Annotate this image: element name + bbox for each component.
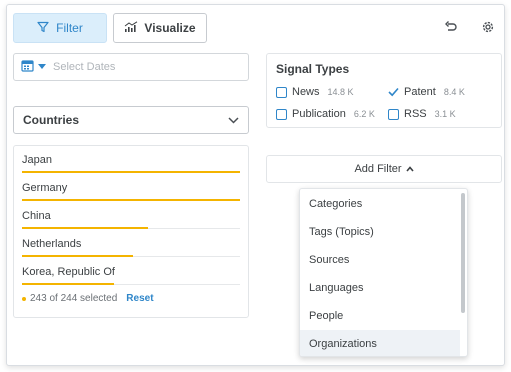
checkbox[interactable] (276, 86, 287, 98)
country-bar-fill (22, 199, 240, 201)
filter-panel: Filter Visualize Select Dates Countries … (6, 4, 505, 366)
countries-label: Countries (23, 113, 80, 127)
signal-option-count: 3.1 K (434, 109, 456, 119)
signal-types-panel: Signal Types News 14.8 K Patent 8.4 K Public… (266, 53, 502, 128)
country-bar-fill (22, 171, 240, 173)
country-label: Germany (22, 182, 68, 194)
signal-option-rss[interactable]: RSS 3.1 K (388, 108, 456, 120)
country-label: Japan (22, 154, 52, 166)
menu-item-people[interactable]: People (300, 302, 460, 330)
signal-option-label: News (292, 86, 320, 98)
selection-status: 243 of 244 selected Reset (22, 293, 154, 304)
country-bar-fill (22, 255, 133, 257)
signal-option-label: Patent (404, 86, 436, 98)
date-placeholder: Select Dates (53, 61, 116, 73)
status-dot-icon (22, 296, 26, 301)
gear-icon[interactable] (480, 19, 496, 35)
menu-item-tags-topics[interactable]: Tags (Topics) (300, 218, 460, 246)
countries-list: Japan Germany China Netherlands Korea, Repub… (13, 145, 249, 318)
countries-dropdown[interactable]: Countries (13, 106, 249, 134)
add-filter-button[interactable]: Add Filter (266, 155, 502, 183)
menu-item-languages[interactable]: Languages (300, 274, 460, 302)
country-row[interactable]: Korea, Republic Of (22, 263, 240, 285)
visualize-tab-label: Visualize (144, 21, 196, 35)
caret-down-icon[interactable] (38, 61, 46, 73)
menu-item-sources[interactable]: Sources (300, 246, 460, 274)
chevron-down-icon (228, 113, 239, 127)
filter-tab-label: Filter (56, 21, 83, 35)
signal-option-count: 8.4 K (443, 87, 465, 97)
country-row[interactable]: Japan (22, 151, 240, 173)
calendar-icon (21, 59, 34, 75)
menu-scrollbar[interactable] (461, 193, 465, 313)
signal-option-count: 14.8 K (327, 87, 354, 97)
visualize-tab-button[interactable]: Visualize (113, 13, 207, 43)
country-label: Netherlands (22, 238, 82, 250)
signal-option-patent[interactable]: Patent 8.4 K (388, 86, 465, 98)
menu-item-organizations[interactable]: Organizations (300, 330, 460, 356)
reset-link[interactable]: Reset (126, 293, 153, 304)
selection-count: 243 of 244 selected (30, 293, 118, 304)
checkmark-icon[interactable] (388, 86, 399, 98)
add-filter-menu: Categories Tags (Topics) Sources Languages P… (299, 188, 468, 357)
signal-option-label: Publication (292, 108, 346, 120)
chart-icon (124, 20, 138, 36)
signal-option-publication[interactable]: Publication 6.2 K (276, 108, 375, 120)
country-row[interactable]: China (22, 207, 240, 229)
country-row[interactable]: Netherlands (22, 235, 240, 257)
signal-types-title: Signal Types (276, 62, 350, 76)
country-label: China (22, 210, 51, 222)
country-label: Korea, Republic Of (22, 266, 115, 278)
signal-option-count: 6.2 K (353, 109, 375, 119)
funnel-icon (37, 21, 49, 36)
filter-tab-button[interactable]: Filter (13, 13, 107, 43)
menu-item-categories[interactable]: Categories (300, 190, 460, 218)
chevron-up-icon (405, 163, 414, 175)
add-filter-label: Add Filter (354, 163, 402, 175)
country-bar-fill (22, 227, 148, 229)
checkbox[interactable] (276, 108, 287, 120)
signal-option-news[interactable]: News 14.8 K (276, 86, 354, 98)
country-bar-fill (22, 283, 114, 285)
signal-option-label: RSS (404, 108, 427, 120)
country-row[interactable]: Germany (22, 179, 240, 201)
checkbox[interactable] (388, 108, 399, 120)
undo-icon[interactable] (443, 19, 459, 35)
date-range-input[interactable]: Select Dates (13, 53, 249, 81)
